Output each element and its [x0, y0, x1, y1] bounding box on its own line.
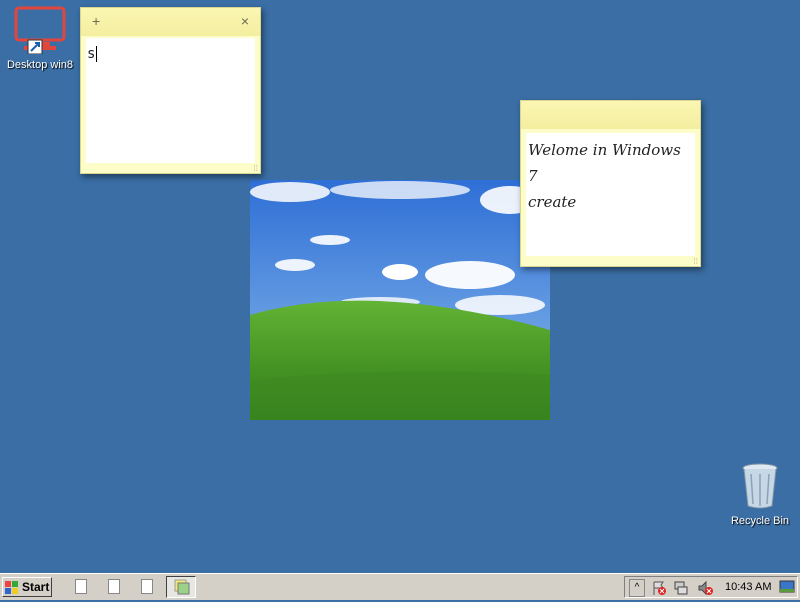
sticky-note-titlebar[interactable]: + ×: [81, 8, 260, 36]
note-text-line-2: create: [528, 193, 577, 211]
note-text-line-1: Welome in Windows 7: [528, 141, 681, 185]
quicklaunch-document-icon[interactable]: [75, 579, 87, 594]
sticky-note-1[interactable]: + × s ⁞⁞: [80, 7, 261, 174]
new-note-button[interactable]: +: [92, 14, 100, 28]
desktop-win8-label: Desktop win8: [6, 59, 74, 71]
network-icon[interactable]: [673, 580, 689, 596]
sticky-note-titlebar[interactable]: [521, 101, 700, 129]
clock[interactable]: 10:43 AM: [725, 581, 771, 593]
start-button[interactable]: Start: [2, 577, 52, 597]
remote-desktop-icon: [14, 6, 66, 55]
start-label: Start: [22, 580, 50, 594]
system-tray: ^ 10:43 AM: [624, 576, 798, 598]
show-hidden-icons-chevron[interactable]: ^: [629, 579, 645, 597]
recycle-bin[interactable]: Recycle Bin: [720, 462, 800, 527]
resize-grip-icon[interactable]: ⁞⁞: [254, 164, 258, 173]
show-desktop-icon[interactable]: [779, 580, 795, 594]
taskbar: Start ^ 10:43 AM: [0, 573, 800, 600]
windows-logo-icon: [5, 580, 18, 594]
quicklaunch-document-icon[interactable]: [108, 579, 120, 594]
quicklaunch-document-icon[interactable]: [141, 579, 153, 594]
desktop-win8-shortcut[interactable]: Desktop win8: [0, 6, 80, 71]
text-caret: [96, 46, 98, 62]
close-note-button[interactable]: ×: [241, 14, 249, 28]
sticky-note-2[interactable]: Welome in Windows 7 create ⁞⁞: [520, 100, 701, 267]
volume-muted-icon[interactable]: [697, 580, 713, 596]
recycle-bin-label: Recycle Bin: [730, 515, 790, 527]
note-text-area[interactable]: Welome in Windows 7 create: [526, 133, 695, 256]
recycle-bin-icon: [742, 463, 778, 509]
action-center-flag-icon[interactable]: [651, 580, 667, 596]
resize-grip-icon[interactable]: ⁞⁞: [694, 257, 698, 266]
bliss-wallpaper-image: [250, 180, 550, 420]
sticky-notes-app-icon: [174, 579, 190, 595]
note-text: s: [87, 46, 96, 62]
taskbar-sticky-notes-button[interactable]: [166, 576, 196, 598]
note-text-area[interactable]: s: [86, 38, 255, 163]
